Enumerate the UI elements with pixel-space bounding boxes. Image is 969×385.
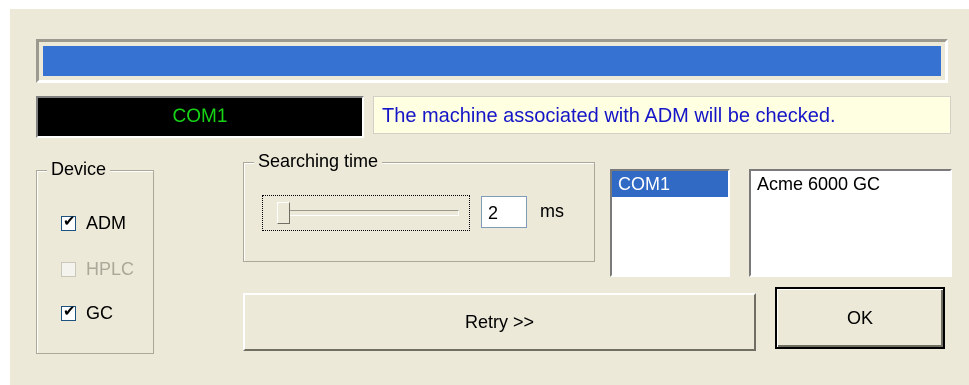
check-icon: ✔ <box>63 303 76 320</box>
search-progress-bar <box>36 39 948 83</box>
device-group-label: Device <box>47 159 111 180</box>
device-checkbox-label: ADM <box>86 213 126 233</box>
checkbox-box[interactable] <box>61 262 76 277</box>
port-listbox[interactable]: COM1 <box>610 169 730 277</box>
port-list-item[interactable]: COM1 <box>612 171 728 197</box>
device-checkbox-gc[interactable]: ✔ GC <box>61 303 113 324</box>
checkbox-box[interactable]: ✔ <box>61 213 76 231</box>
device-groupbox: Device ✔ ADM HPLC ✔ GC <box>36 159 154 354</box>
searching-time-groupbox: Searching time 2 ms <box>243 151 595 262</box>
searching-time-input[interactable]: 2 <box>481 196 527 228</box>
port-display: COM1 <box>36 96 364 138</box>
status-message: The machine associated with ADM will be … <box>373 96 951 134</box>
device-checkbox-label: HPLC <box>86 259 135 279</box>
instrument-listbox[interactable]: Acme 6000 GC <box>749 169 952 277</box>
retry-button[interactable]: Retry >> <box>243 293 756 351</box>
ok-button[interactable]: OK <box>775 287 945 349</box>
slider-track <box>277 210 459 216</box>
check-icon: ✔ <box>63 213 76 230</box>
searching-time-label: Searching time <box>254 151 383 172</box>
progress-fill <box>43 46 941 76</box>
instrument-list-item[interactable]: Acme 6000 GC <box>751 171 950 197</box>
device-search-dialog: COM1 The machine associated with ADM wil… <box>10 9 969 385</box>
device-checkbox-adm[interactable]: ✔ ADM <box>61 213 126 234</box>
searching-time-unit: ms <box>540 201 564 221</box>
slider-thumb[interactable] <box>277 202 290 224</box>
device-checkbox-label: GC <box>86 303 113 323</box>
checkbox-box[interactable]: ✔ <box>61 303 76 321</box>
device-checkbox-hplc[interactable]: HPLC <box>61 259 134 280</box>
searching-time-slider[interactable] <box>262 195 470 231</box>
